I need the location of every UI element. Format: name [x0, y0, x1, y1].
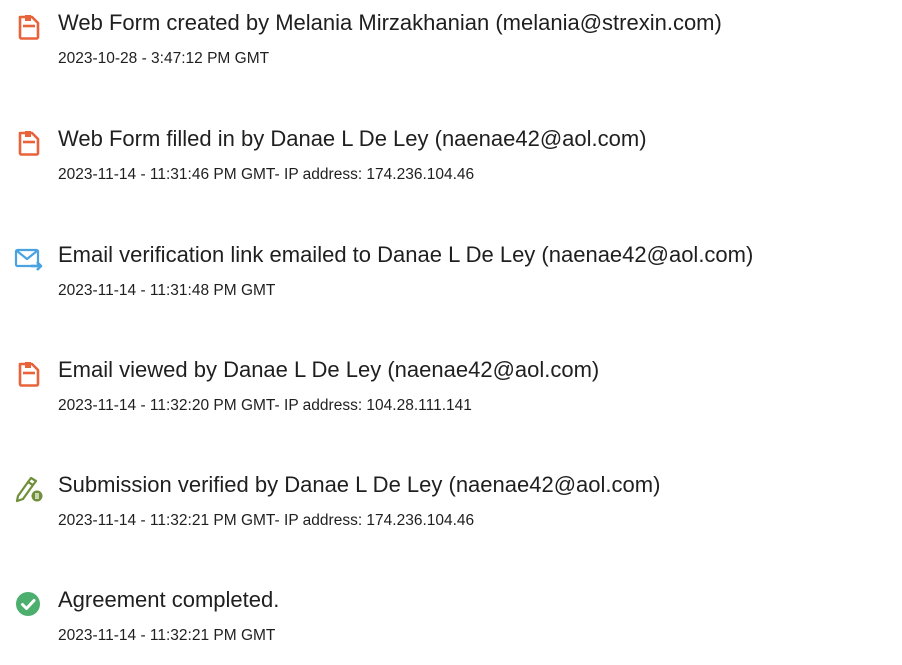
event-title: Web Form created by Melania Mirzakhanian… [58, 10, 722, 35]
event-title: Agreement completed. [58, 587, 280, 612]
email-forward-icon [14, 244, 44, 274]
pen-verified-icon [14, 474, 44, 504]
audit-event-created: Web Form created by Melania Mirzakhanian… [0, 8, 902, 88]
audit-event-email-viewed: Email viewed by Danae L De Ley (naenae42… [0, 355, 902, 435]
document-icon [14, 128, 44, 158]
event-timestamp: 2023-11-14 - 11:32:21 PM GMT [58, 627, 276, 644]
event-timestamp: 2023-11-14 - 11:31:46 PM GMT- IP address… [58, 166, 475, 183]
audit-event-filled: Web Form filled in by Danae L De Ley (na… [0, 124, 902, 204]
event-title: Email verification link emailed to Danae… [58, 242, 754, 267]
event-title: Web Form filled in by Danae L De Ley (na… [58, 126, 647, 151]
document-icon [14, 12, 44, 42]
audit-event-verified: Submission verified by Danae L De Ley (n… [0, 470, 902, 550]
checkmark-circle-icon [14, 589, 44, 619]
audit-event-email-sent: Email verification link emailed to Danae… [0, 240, 902, 320]
event-title: Email viewed by Danae L De Ley (naenae42… [58, 357, 600, 382]
document-icon [14, 359, 44, 389]
event-title: Submission verified by Danae L De Ley (n… [58, 472, 661, 497]
event-timestamp: 2023-11-14 - 11:31:48 PM GMT [58, 282, 276, 299]
event-timestamp: 2023-11-14 - 11:32:20 PM GMT- IP address… [58, 397, 472, 414]
event-timestamp: 2023-10-28 - 3:47:12 PM GMT [58, 50, 270, 67]
event-timestamp: 2023-11-14 - 11:32:21 PM GMT- IP address… [58, 512, 475, 529]
audit-event-completed: Agreement completed. 2023-11-14 - 11:32:… [0, 585, 902, 665]
